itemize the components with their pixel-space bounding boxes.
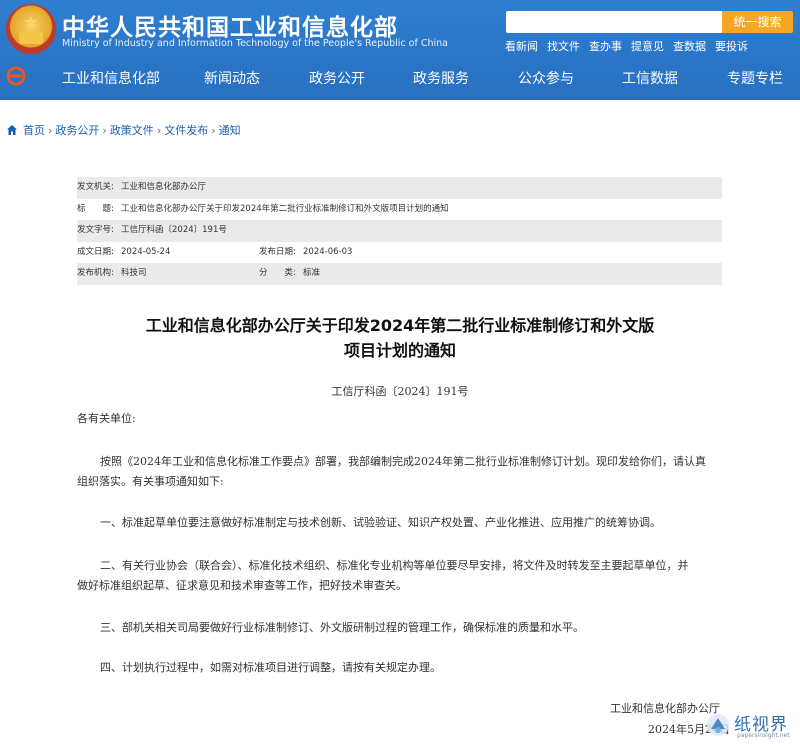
- info-value: 标准: [303, 268, 321, 279]
- gate-icon: [19, 32, 43, 44]
- item-1: 一、标准起草单位要注意做好标准制定与技术创新、试验验证、知识产权处置、产业化推进…: [100, 516, 661, 529]
- breadcrumb-notice[interactable]: 通知: [219, 122, 241, 138]
- nav-item-public-participation[interactable]: 公众参与: [518, 68, 574, 88]
- document-info-table: 发文机关: 工业和信息化部办公厅 标 题: 工业和信息化部办公厅关于印发2024…: [77, 177, 722, 285]
- main-nav: 工业和信息化部 新闻动态 政务公开 政务服务 公众参与 工信数据 专题专栏: [0, 60, 800, 96]
- quick-link-feedback[interactable]: 提意见: [631, 38, 664, 54]
- national-emblem-icon[interactable]: ★: [6, 4, 56, 54]
- info-label: 发布日期:: [259, 246, 296, 257]
- watermark-url: papersinsight.net: [737, 732, 790, 739]
- nav-item-government-affairs[interactable]: 政务公开: [309, 68, 365, 88]
- header-top: ★ 中华人民共和国工业和信息化部 Ministry of Industry an…: [0, 0, 800, 60]
- site-header: ★ 中华人民共和国工业和信息化部 Ministry of Industry an…: [0, 0, 800, 100]
- breadcrumb-file-release[interactable]: 文件发布: [164, 122, 208, 138]
- info-value: 工业和信息化部办公厅: [121, 182, 207, 192]
- nav-item-government-services[interactable]: 政务服务: [413, 68, 469, 88]
- site-subtitle: Ministry of Industry and Information Tec…: [62, 38, 448, 49]
- quick-link-news[interactable]: 看新闻: [505, 38, 538, 54]
- info-row-doc-number: 发文字号: 工信厅科函〔2024〕191号: [77, 220, 722, 242]
- quick-link-complaint[interactable]: 要投诉: [715, 38, 748, 54]
- quick-links: 看新闻 找文件 查办事 提意见 查数据 要投诉: [505, 38, 757, 54]
- signature: 工业和信息化部办公厅: [610, 702, 720, 715]
- info-row-title: 标 题: 工业和信息化部办公厅关于印发2024年第二批行业标准制修订和外文版项目…: [77, 199, 722, 221]
- info-label: 发文机关:: [77, 182, 114, 192]
- info-label: 发布机构:: [77, 268, 114, 279]
- nav-item-data[interactable]: 工信数据: [622, 68, 678, 88]
- watermark-logo-icon: [707, 714, 729, 736]
- salutation: 各有关单位:: [77, 412, 136, 425]
- search-button[interactable]: 统一搜索: [722, 11, 793, 33]
- item-2-line-2: 做好标准组织起草、征求意见和技术审查等工作，把好技术审查关。: [77, 579, 407, 592]
- watermark: 纸视界 papersinsight.net: [705, 706, 800, 745]
- info-row-publisher: 发布机构: 科技司 分 类: 标准: [77, 263, 722, 285]
- info-value: 工业和信息化部办公厅关于印发2024年第二批行业标准制修订和外文版项目计划的通知: [121, 203, 449, 214]
- paragraph-1-line-2: 组织落实。有关事项通知如下:: [77, 475, 224, 488]
- quick-link-services[interactable]: 查办事: [589, 38, 622, 54]
- breadcrumb-separator: ›: [211, 123, 216, 137]
- document-title-line2: 项目计划的通知: [343, 341, 456, 360]
- site-title[interactable]: 中华人民共和国工业和信息化部: [62, 8, 398, 42]
- info-label: 发文字号:: [77, 225, 114, 236]
- quick-link-data[interactable]: 查数据: [673, 38, 706, 54]
- paragraph-1-line-1: 按照《2024年工业和信息化标准工作要点》部署，我部编制完成2024年第二批行业…: [100, 455, 706, 468]
- document-title-line1: 工业和信息化部办公厅关于印发2024年第二批行业标准制修订和外文版: [145, 316, 655, 335]
- info-row-issuer: 发文机关: 工业和信息化部办公厅: [77, 177, 722, 199]
- info-label: 分 类:: [259, 268, 296, 279]
- breadcrumb-separator: ›: [102, 123, 107, 137]
- info-label: 标 题:: [77, 203, 114, 214]
- item-2-line-1: 二、有关行业协会（联合会）、标准化技术组织、标准化专业机构等单位要尽早安排，将文…: [100, 559, 689, 572]
- home-icon: [7, 125, 17, 135]
- document-number: 工信厅科函〔2024〕191号: [331, 385, 469, 398]
- nav-item-special-topics[interactable]: 专题专栏: [727, 68, 783, 88]
- breadcrumb-separator: ›: [156, 123, 162, 137]
- info-label: 成文日期:: [77, 246, 114, 257]
- item-3: 三、部机关相关司局要做好行业标准制修订、外文版研制过程的管理工作，确保标准的质量…: [100, 621, 584, 634]
- nav-item-news[interactable]: 新闻动态: [204, 68, 260, 88]
- breadcrumb-government-affairs[interactable]: 政务公开: [55, 122, 99, 138]
- nav-item-ministry[interactable]: 工业和信息化部: [62, 68, 160, 88]
- breadcrumb: 首页 › 政务公开 › 政策文件 › 文件发布 › 通知: [6, 122, 241, 138]
- breadcrumb-separator: ›: [48, 123, 53, 137]
- info-value: 2024-06-03: [303, 246, 353, 257]
- breadcrumb-home[interactable]: 首页: [23, 122, 45, 138]
- item-4: 四、计划执行过程中，如需对标准项目进行调整，请按有关规定办理。: [100, 661, 441, 674]
- info-value: 工信厅科函〔2024〕191号: [121, 225, 227, 236]
- quick-link-files[interactable]: 找文件: [547, 38, 580, 54]
- ministry-logo-icon[interactable]: [6, 66, 26, 86]
- info-row-dates: 成文日期: 2024-05-24 发布日期: 2024-06-03: [77, 242, 722, 264]
- search-input[interactable]: [506, 11, 722, 33]
- info-value: 2024-05-24: [121, 246, 171, 257]
- breadcrumb-policy-files[interactable]: 政策文件: [110, 122, 154, 138]
- info-value: 科技司: [121, 268, 147, 279]
- star-icon: ★: [22, 12, 40, 33]
